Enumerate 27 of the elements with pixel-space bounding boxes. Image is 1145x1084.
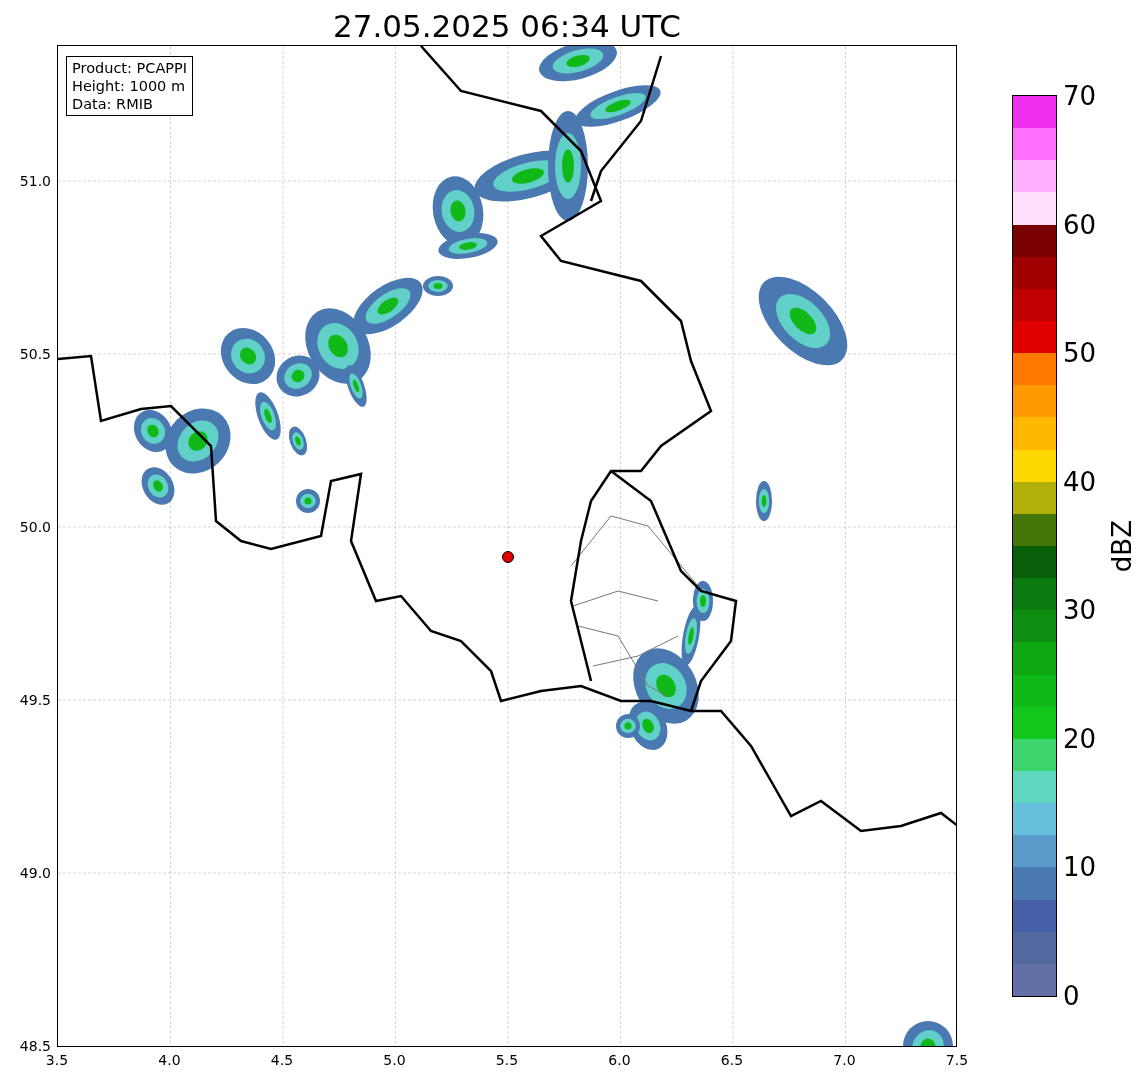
- colorbar-tick-label: 70: [1063, 81, 1097, 111]
- colorbar-tick-label: 50: [1063, 338, 1097, 369]
- y-tick-label: 51.0: [19, 173, 51, 189]
- x-tick-label: 6.0: [608, 1052, 631, 1068]
- y-tick-label: 50.5: [19, 346, 51, 362]
- x-tick-label: 6.5: [720, 1052, 744, 1068]
- y-tick-label: 49.5: [19, 692, 51, 708]
- colorbar-tick-label: 20: [1063, 723, 1097, 754]
- x-tick-label: 5.5: [495, 1052, 519, 1068]
- y-tick-label: 48.5: [19, 1038, 51, 1054]
- x-tick-label: 4.0: [158, 1052, 181, 1068]
- radar-site-marker: [502, 551, 514, 563]
- y-tick-label: 50.0: [19, 519, 51, 535]
- y-tick-label: 49.0: [19, 865, 51, 881]
- x-tick-label: 7.0: [833, 1052, 856, 1068]
- colorbar-tick-label: 10: [1063, 852, 1097, 883]
- x-tick-label: 5.0: [383, 1052, 406, 1068]
- colorbar-tick-label: 60: [1063, 209, 1097, 240]
- chart-title: 27.05.2025 06:34 UTC: [332, 7, 682, 45]
- colorbar-tick-label: 0: [1063, 981, 1080, 1011]
- colorbar-tick-label: 30: [1063, 595, 1097, 626]
- x-tick-label: 7.5: [945, 1052, 969, 1068]
- colorbar-tick-label: 40: [1063, 466, 1097, 497]
- info-box: Product: PCAPPI Height: 1000 m Data: RMIB: [66, 56, 194, 116]
- x-tick-label: 3.5: [45, 1052, 69, 1068]
- colorbar-label: dBZ: [1107, 519, 1137, 573]
- x-tick-label: 4.5: [270, 1052, 294, 1068]
